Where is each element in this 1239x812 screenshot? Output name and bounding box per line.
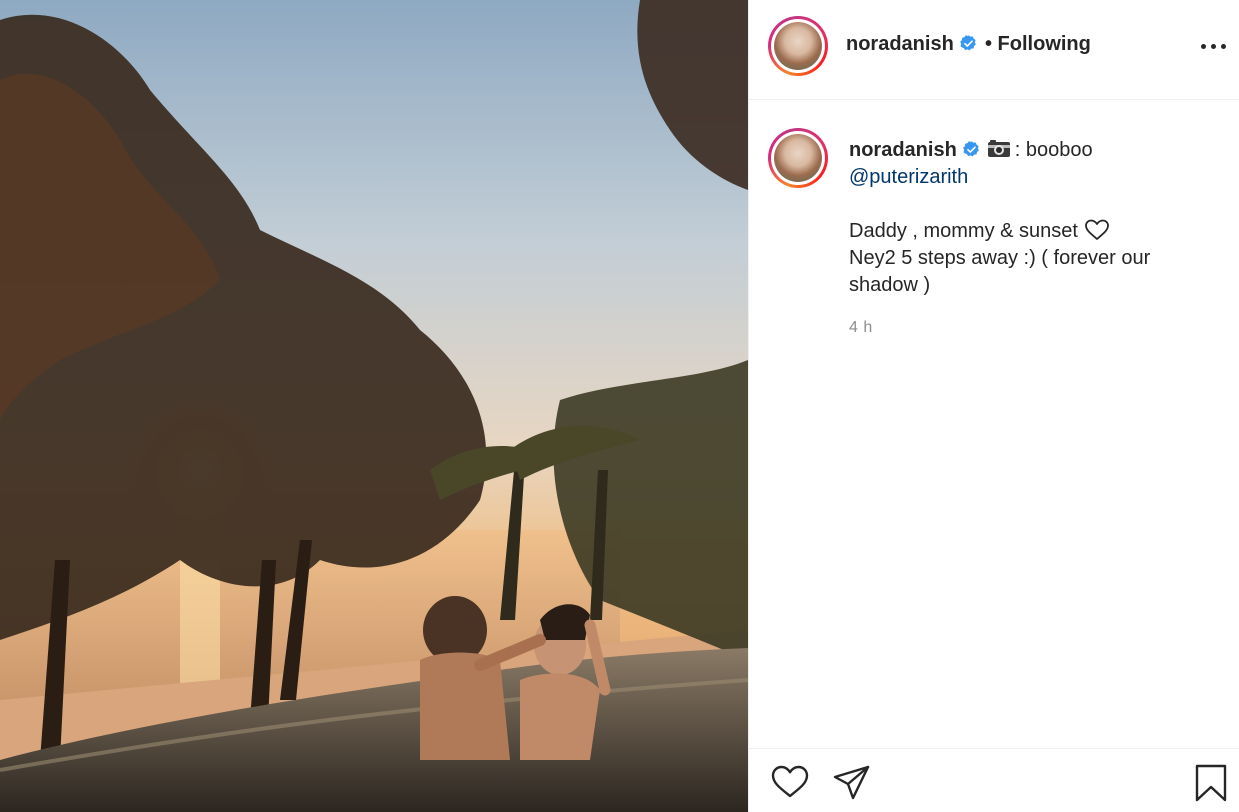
- camera-emoji-icon: [987, 140, 1010, 157]
- avatar-image: [774, 22, 822, 70]
- following-button[interactable]: • Following: [985, 33, 1091, 56]
- header-username[interactable]: noradanish: [846, 33, 954, 55]
- save-bookmark-icon[interactable]: [1194, 763, 1228, 803]
- caption-prefix: : booboo: [1014, 139, 1093, 161]
- caption-username[interactable]: noradanish: [849, 139, 957, 161]
- verified-badge-icon: [962, 141, 979, 157]
- post-timestamp[interactable]: 4 h: [849, 319, 873, 337]
- caption-mention-link[interactable]: @puterizarith: [849, 166, 968, 188]
- post-header: noradanish • Following: [749, 0, 1239, 100]
- like-heart-icon[interactable]: [771, 765, 809, 799]
- post-photo[interactable]: [0, 0, 748, 812]
- caption-avatar[interactable]: [768, 128, 828, 188]
- share-paper-plane-icon[interactable]: [833, 765, 871, 801]
- verified-badge-icon: [959, 35, 976, 51]
- avatar-image: [774, 134, 822, 182]
- more-options-icon[interactable]: [1201, 36, 1227, 56]
- caption-line-1: Daddy , mommy & sunset: [849, 220, 1078, 242]
- post-details-panel: noradanish • Following noradanish : boob…: [748, 0, 1239, 812]
- profile-avatar[interactable]: [768, 16, 828, 76]
- sunset-pool-scene: [0, 0, 748, 812]
- post-caption: noradanish : booboo @puterizarith Daddy …: [849, 137, 1209, 299]
- caption-body-text: Ney2 5 steps away :) ( forever our shado…: [849, 247, 1151, 296]
- post-action-bar: [749, 748, 1239, 812]
- heart-emoji-icon: [1085, 219, 1109, 240]
